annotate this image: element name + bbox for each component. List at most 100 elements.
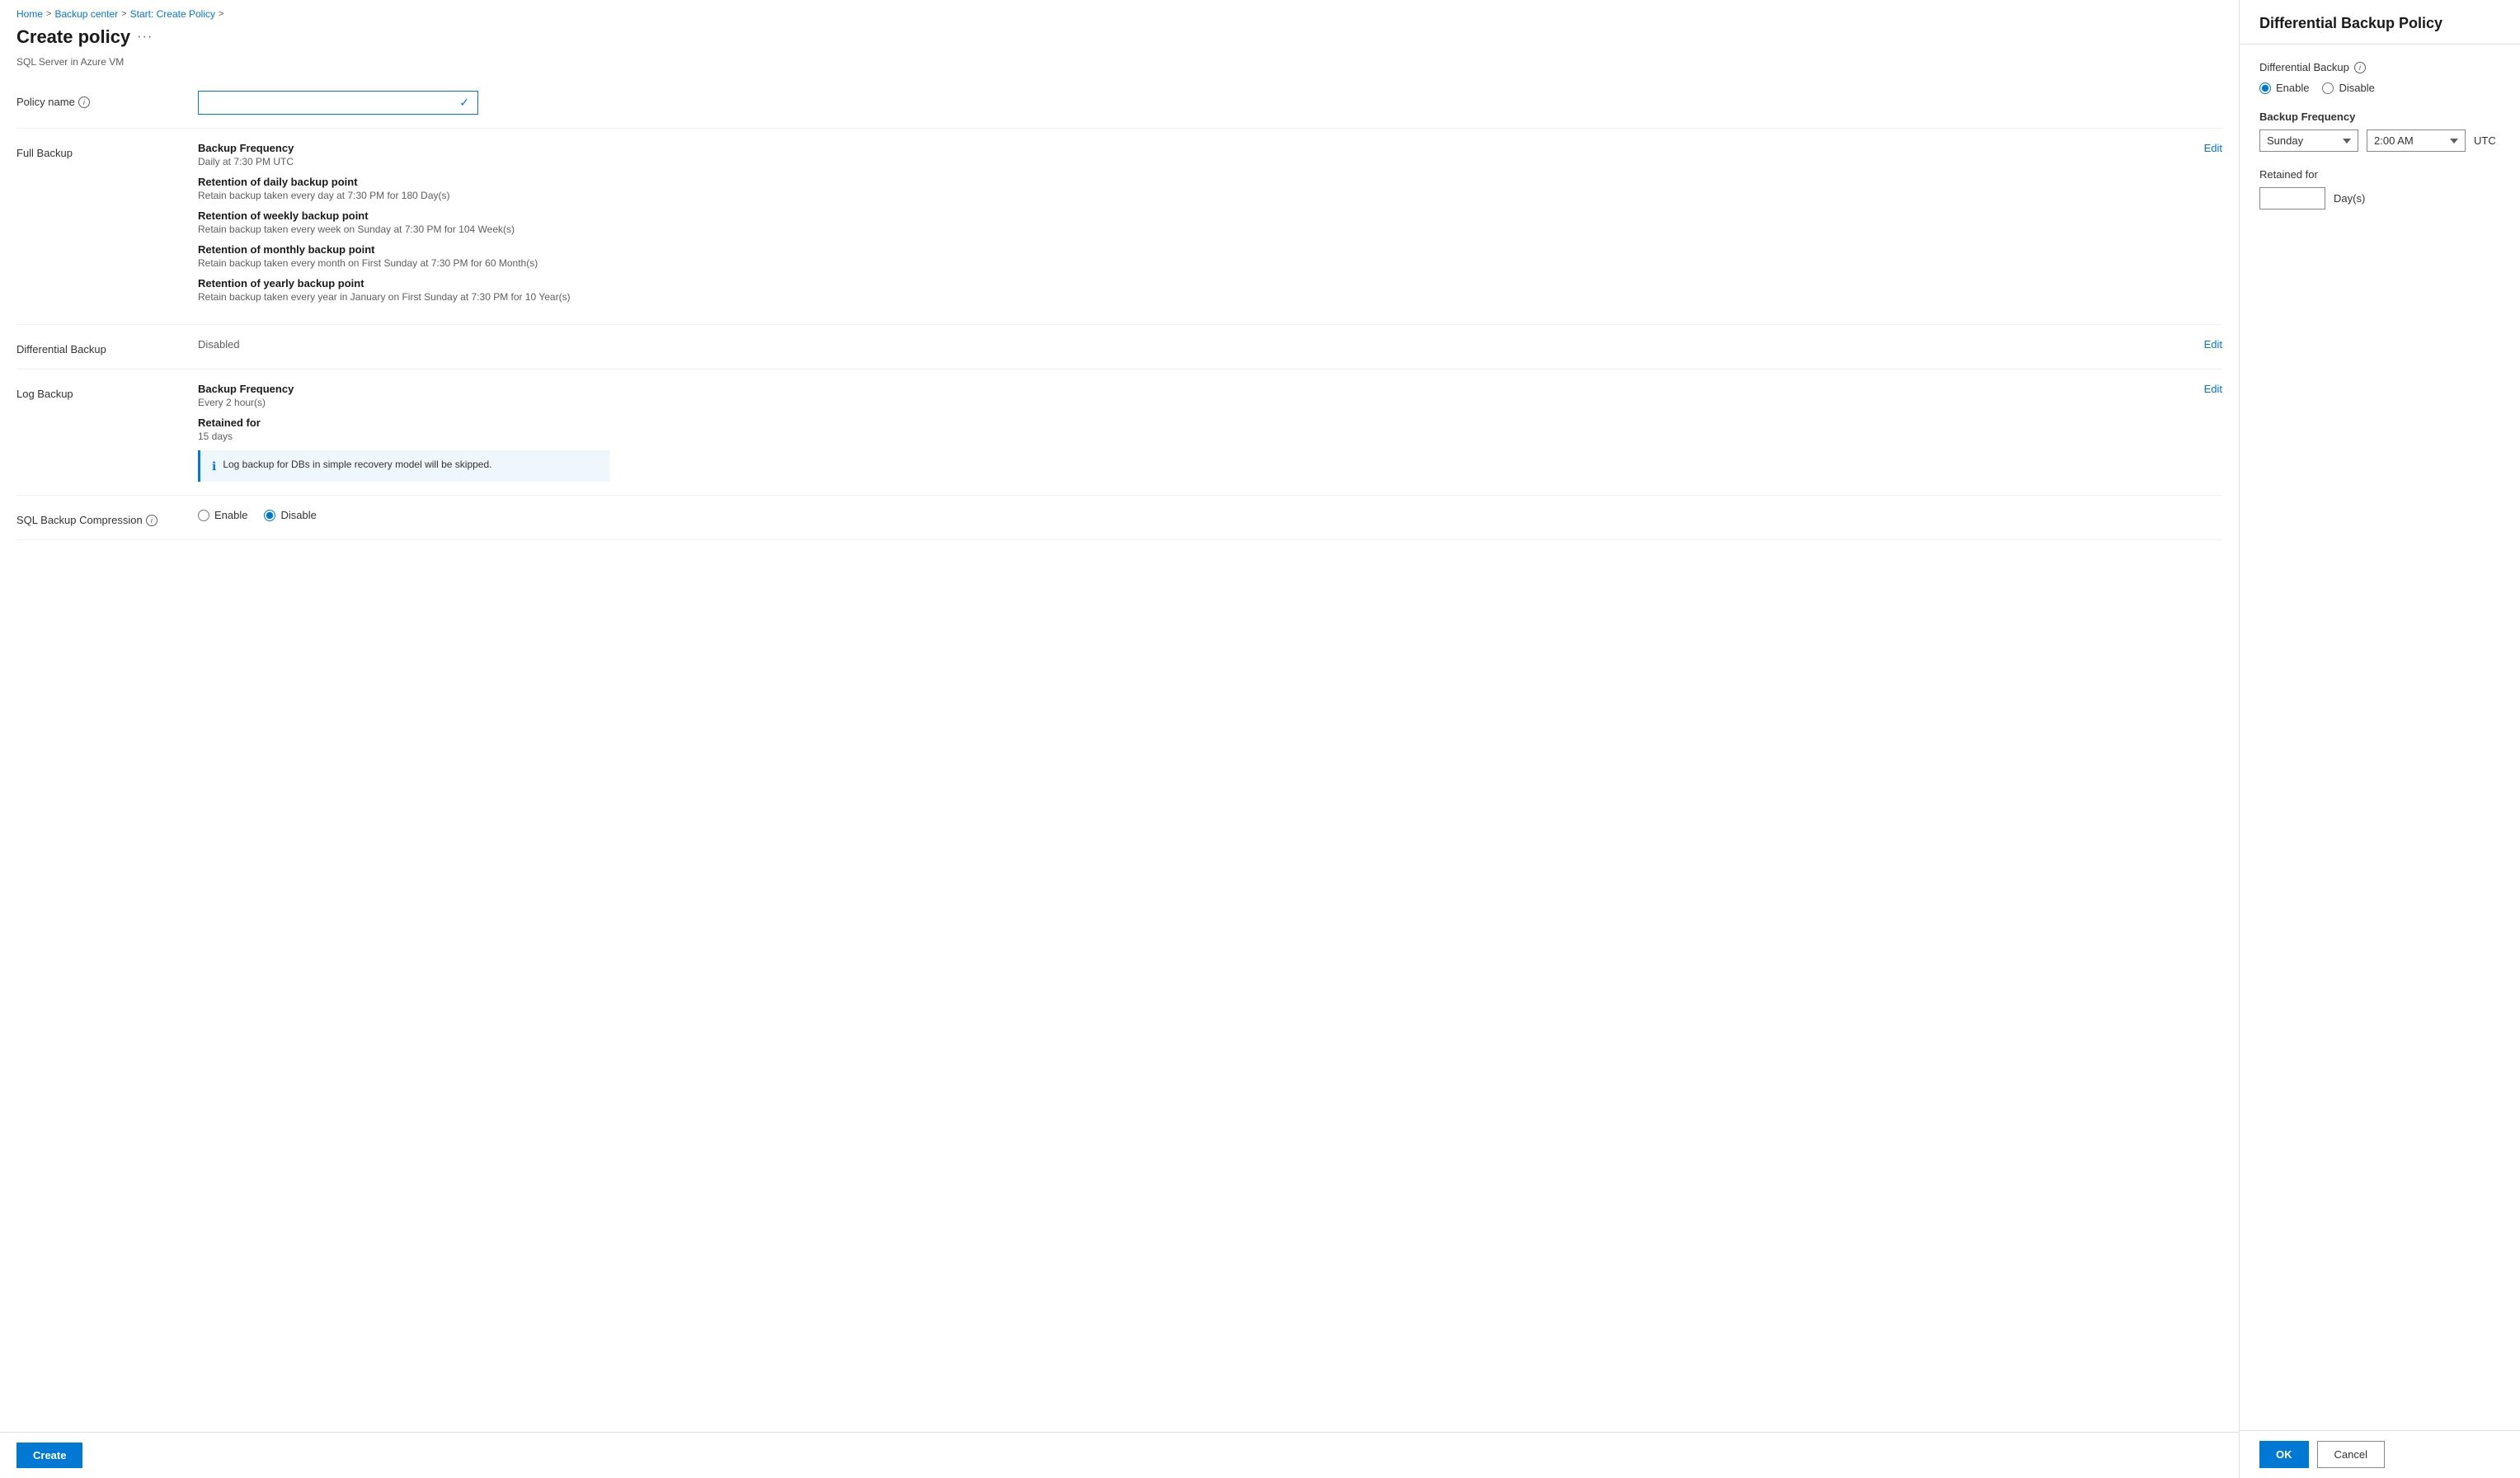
main-panel: Home > Backup center > Start: Create Pol… (0, 0, 2240, 1478)
retention-yearly-value: Retain backup taken every year in Januar… (198, 291, 2188, 303)
more-options-icon[interactable]: ··· (137, 30, 153, 45)
retention-weekly-title: Retention of weekly backup point (198, 209, 2188, 222)
sql-compression-enable-radio[interactable] (198, 510, 209, 521)
full-backup-row: Full Backup Backup Frequency Daily at 7:… (16, 129, 2222, 325)
log-backup-frequency-value: Every 2 hour(s) (198, 397, 2188, 408)
cancel-button[interactable]: Cancel (2317, 1441, 2385, 1468)
differential-backup-edit-link[interactable]: Edit (2204, 338, 2222, 351)
retention-daily-title: Retention of daily backup point (198, 176, 2188, 188)
side-retained-input[interactable]: 30 (2259, 187, 2325, 209)
differential-backup-content: Disabled Edit (198, 338, 2222, 351)
sql-backup-compression-radio-group: Enable Disable (198, 509, 2222, 521)
page-subtitle: SQL Server in Azure VM (0, 56, 2239, 78)
side-disable-option[interactable]: Disable (2322, 82, 2374, 94)
side-panel-content: Differential Backup i Enable Disable Bac… (2240, 45, 2520, 1430)
retention-weekly-value: Retain backup taken every week on Sunday… (198, 224, 2188, 235)
side-backup-frequency-label: Backup Frequency (2259, 111, 2500, 123)
sql-backup-compression-info-icon[interactable]: i (146, 515, 158, 526)
log-backup-row: Log Backup Backup Frequency Every 2 hour… (16, 370, 2222, 496)
side-retained-group: Retained for 30 Day(s) (2259, 168, 2500, 209)
page-title: Create policy (16, 26, 130, 48)
info-box-icon: ℹ (212, 459, 216, 473)
policy-name-row: Policy name i testpolicy ✓ (16, 78, 2222, 129)
sql-compression-disable-label: Disable (280, 509, 316, 521)
breadcrumb-backup-center[interactable]: Backup center (54, 8, 118, 20)
side-differential-backup-label-text: Differential Backup (2259, 61, 2349, 73)
side-backup-frequency-group: Backup Frequency Sunday Monday Tuesday W… (2259, 111, 2500, 152)
log-backup-content: Backup Frequency Every 2 hour(s) Retaine… (198, 383, 2222, 482)
side-disable-label: Disable (2339, 82, 2374, 94)
sql-compression-enable-option[interactable]: Enable (198, 509, 247, 521)
sql-backup-compression-content: Enable Disable (198, 509, 2222, 521)
side-time-select[interactable]: 12:00 AM 1:00 AM 2:00 AM 3:00 AM 4:00 AM… (2367, 129, 2466, 152)
breadcrumb-sep-2: > (121, 9, 126, 19)
full-backup-details: Backup Frequency Daily at 7:30 PM UTC Re… (198, 142, 2188, 311)
sql-backup-compression-label: SQL Backup Compression i (16, 509, 198, 526)
full-backup-section: Backup Frequency Daily at 7:30 PM UTC Re… (198, 142, 2222, 311)
side-disable-radio[interactable] (2322, 82, 2334, 94)
side-utc-label: UTC (2474, 134, 2496, 147)
info-box-text: Log backup for DBs in simple recovery mo… (223, 459, 491, 470)
backup-frequency-value: Daily at 7:30 PM UTC (198, 156, 2188, 167)
breadcrumb-start-create[interactable]: Start: Create Policy (130, 8, 215, 20)
differential-backup-label: Differential Backup (16, 338, 198, 355)
sql-backup-compression-row: SQL Backup Compression i Enable Disable (16, 496, 2222, 540)
retention-daily-value: Retain backup taken every day at 7:30 PM… (198, 190, 2188, 201)
full-backup-edit-link[interactable]: Edit (2204, 142, 2222, 154)
content-area: Policy name i testpolicy ✓ Full Backup B… (0, 78, 2239, 1432)
bottom-bar: Create (0, 1432, 2239, 1478)
full-backup-label: Full Backup (16, 142, 198, 159)
policy-name-text: Policy name (16, 96, 75, 108)
create-button[interactable]: Create (16, 1443, 82, 1468)
side-panel-title: Differential Backup Policy (2259, 15, 2500, 32)
side-differential-radio-group: Enable Disable (2259, 82, 2500, 94)
differential-backup-label-text: Differential Backup (16, 343, 106, 355)
policy-name-info-icon[interactable]: i (78, 96, 90, 108)
side-differential-backup-info-icon[interactable]: i (2354, 62, 2366, 73)
side-differential-backup-group: Differential Backup i Enable Disable (2259, 61, 2500, 94)
breadcrumb-sep-1: > (46, 9, 51, 19)
side-bottom-bar: OK Cancel (2240, 1430, 2520, 1478)
sql-compression-disable-option[interactable]: Disable (264, 509, 316, 521)
side-enable-label: Enable (2276, 82, 2309, 94)
side-panel: Differential Backup Policy Differential … (2240, 0, 2520, 1478)
sql-compression-enable-label: Enable (214, 509, 247, 521)
retention-monthly-title: Retention of monthly backup point (198, 243, 2188, 256)
sql-compression-disable-radio[interactable] (264, 510, 275, 521)
policy-name-content: testpolicy ✓ (198, 91, 2222, 115)
page-header: Create policy ··· (0, 23, 2239, 56)
log-backup-retained-title: Retained for (198, 417, 2188, 429)
side-enable-option[interactable]: Enable (2259, 82, 2309, 94)
retention-yearly-title: Retention of yearly backup point (198, 277, 2188, 289)
policy-name-label: Policy name i (16, 91, 198, 108)
differential-backup-row: Differential Backup Disabled Edit (16, 325, 2222, 370)
side-panel-header: Differential Backup Policy (2240, 0, 2520, 45)
log-backup-section: Backup Frequency Every 2 hour(s) Retaine… (198, 383, 2222, 482)
log-backup-edit-link[interactable]: Edit (2204, 383, 2222, 395)
log-backup-label-text: Log Backup (16, 388, 73, 400)
log-backup-retained-value: 15 days (198, 431, 2188, 442)
ok-button[interactable]: OK (2259, 1441, 2309, 1468)
side-day-select[interactable]: Sunday Monday Tuesday Wednesday Thursday… (2259, 129, 2358, 152)
side-differential-backup-label: Differential Backup i (2259, 61, 2500, 73)
full-backup-content: Backup Frequency Daily at 7:30 PM UTC Re… (198, 142, 2222, 311)
sql-backup-compression-label-text: SQL Backup Compression (16, 514, 143, 526)
side-select-row: Sunday Monday Tuesday Wednesday Thursday… (2259, 129, 2500, 152)
policy-name-check-icon: ✓ (459, 96, 469, 110)
retention-monthly-value: Retain backup taken every month on First… (198, 257, 2188, 269)
breadcrumb-sep-3: > (219, 9, 223, 19)
policy-name-input[interactable]: testpolicy (207, 96, 459, 109)
policy-name-input-wrapper: testpolicy ✓ (198, 91, 478, 115)
backup-frequency-title: Backup Frequency (198, 142, 2188, 154)
side-enable-radio[interactable] (2259, 82, 2271, 94)
side-retained-row: 30 Day(s) (2259, 187, 2500, 209)
log-backup-frequency-title: Backup Frequency (198, 383, 2188, 395)
log-backup-info-box: ℹ Log backup for DBs in simple recovery … (198, 450, 610, 482)
breadcrumb-home[interactable]: Home (16, 8, 43, 20)
log-backup-details: Backup Frequency Every 2 hour(s) Retaine… (198, 383, 2188, 482)
differential-backup-section: Disabled Edit (198, 338, 2222, 351)
differential-backup-status: Disabled (198, 338, 240, 351)
log-backup-label: Log Backup (16, 383, 198, 400)
breadcrumb: Home > Backup center > Start: Create Pol… (0, 0, 2239, 23)
side-retained-unit: Day(s) (2334, 192, 2365, 205)
